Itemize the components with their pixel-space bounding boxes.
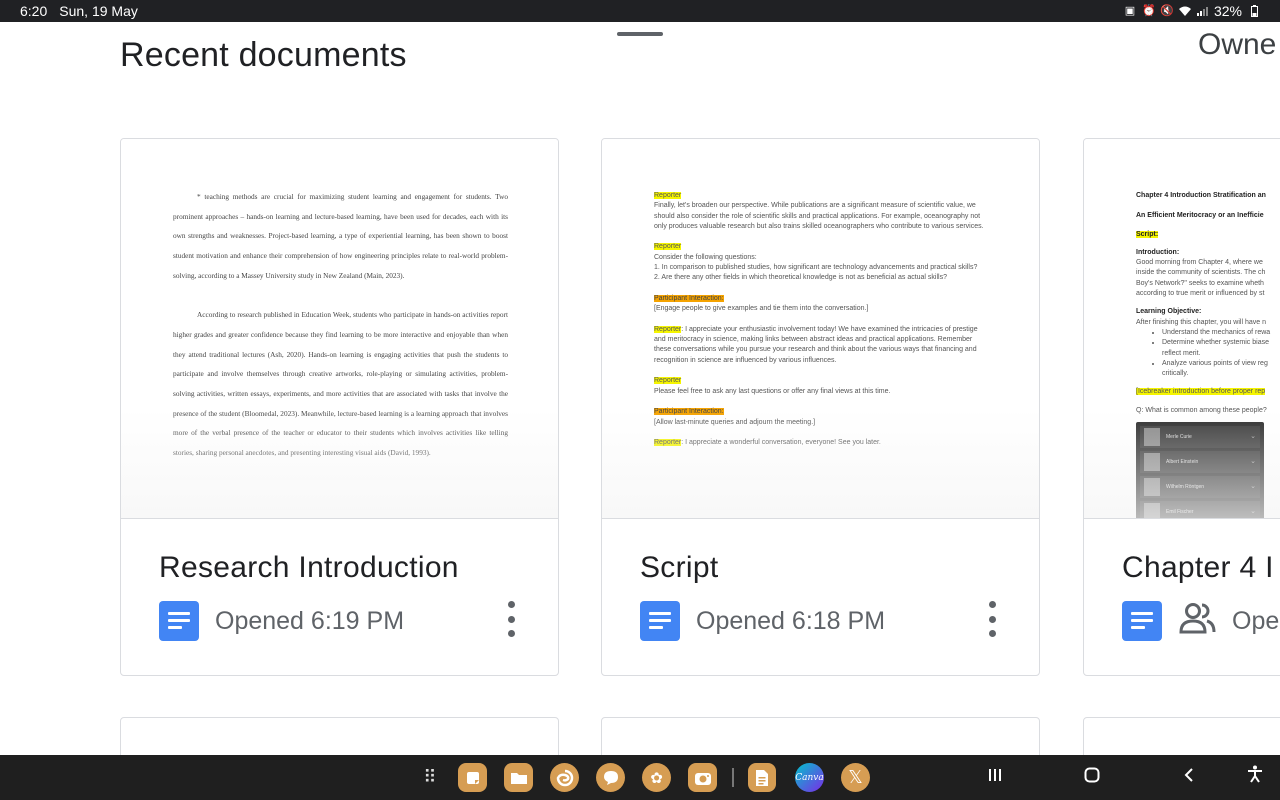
taskbar-divider bbox=[732, 768, 734, 787]
apps-grid-icon[interactable]: ⠿ bbox=[415, 763, 444, 792]
document-card-script[interactable]: Reporter Finally, let's broaden our persp… bbox=[601, 138, 1040, 676]
docs-icon[interactable] bbox=[748, 763, 776, 792]
document-thumbnail: * teaching methods are crucial for maxim… bbox=[121, 139, 558, 519]
people-list: Merle Curie ⌄ Albert Einstein ⌄ Wilhelm Rö… bbox=[1136, 422, 1264, 518]
opened-time: Open bbox=[1232, 606, 1280, 635]
person-row: Merle Curie ⌄ bbox=[1140, 426, 1260, 449]
edge-browser-icon[interactable] bbox=[550, 763, 579, 792]
document-card-chapter-4[interactable]: Chapter 4 Introduction Stratification an… bbox=[1083, 138, 1280, 676]
google-docs-icon bbox=[159, 601, 199, 641]
person-row: Emil Fischer ⌄ bbox=[1140, 501, 1260, 518]
back-icon[interactable] bbox=[1177, 765, 1201, 789]
document-title: Research Introduction bbox=[159, 551, 459, 584]
messages-icon[interactable] bbox=[596, 763, 625, 792]
recents-icon[interactable] bbox=[983, 765, 1007, 789]
battery-percent: 32% bbox=[1213, 3, 1242, 19]
status-bar: 6:20 Sun, 19 May ▣ ⏰ 🔇 32% bbox=[0, 0, 1280, 22]
owner-column-header[interactable]: Owne bbox=[1198, 28, 1276, 62]
preview-block: Reporter Finally, let's broaden our persp… bbox=[654, 192, 984, 230]
preview-block: Reporter: I appreciate a wonderful conve… bbox=[654, 439, 881, 447]
status-time: 6:20 bbox=[20, 3, 48, 19]
wifi-icon bbox=[1178, 5, 1191, 17]
person-row: Albert Einstein ⌄ bbox=[1140, 451, 1260, 474]
battery-saver-icon: ▣ bbox=[1124, 5, 1136, 17]
samsung-notes-icon[interactable] bbox=[458, 763, 487, 792]
camera-icon[interactable] bbox=[688, 763, 717, 792]
more-options-icon[interactable] bbox=[986, 601, 998, 637]
canva-icon[interactable]: Canva bbox=[795, 763, 824, 792]
mute-icon: 🔇 bbox=[1159, 5, 1174, 17]
signal-icon bbox=[1196, 5, 1208, 17]
preview-paragraph: According to research published in Educa… bbox=[173, 310, 508, 458]
status-date: Sun, 19 May bbox=[59, 3, 138, 19]
document-title: Chapter 4 I bbox=[1122, 551, 1274, 584]
alarm-icon: ⏰ bbox=[1141, 5, 1156, 17]
preview-block: Reporter Please feel free to ask any last… bbox=[654, 377, 891, 395]
document-thumbnail: Reporter Finally, let's broaden our persp… bbox=[602, 139, 1039, 519]
preview-block: Reporter Consider the following question… bbox=[654, 243, 978, 282]
preview-block: Participant Interaction: [Allow last-min… bbox=[654, 408, 816, 426]
preview-block: Participant Interaction: [Engage people t… bbox=[654, 294, 869, 313]
opened-time: Opened 6:18 PM bbox=[696, 606, 886, 635]
page-title: Recent documents bbox=[120, 36, 407, 74]
shared-people-icon bbox=[1178, 602, 1216, 641]
home-icon[interactable] bbox=[1080, 765, 1104, 789]
drag-handle[interactable] bbox=[617, 32, 663, 36]
x-icon[interactable]: 𝕏 bbox=[841, 763, 870, 792]
taskbar: ⠿ ✿ Canva 𝕏 bbox=[0, 755, 1280, 800]
accessibility-icon[interactable] bbox=[1243, 765, 1267, 789]
screen: 6:20 Sun, 19 May ▣ ⏰ 🔇 32% Recent docume… bbox=[0, 0, 1280, 800]
document-meta: Opened 6:18 PM bbox=[640, 601, 885, 641]
google-docs-icon bbox=[1122, 601, 1162, 641]
my-files-icon[interactable] bbox=[504, 763, 533, 792]
document-thumbnail: Chapter 4 Introduction Stratification an… bbox=[1084, 139, 1280, 519]
preview-paragraph: * teaching methods are crucial for maxim… bbox=[173, 192, 508, 280]
document-meta: Opened 6:19 PM bbox=[159, 601, 404, 641]
document-card-research-introduction[interactable]: * teaching methods are crucial for maxim… bbox=[120, 138, 559, 676]
battery-icon bbox=[1248, 5, 1260, 17]
opened-time: Opened 6:19 PM bbox=[215, 606, 405, 635]
google-docs-icon bbox=[640, 601, 680, 641]
preview-block: Reporter: I appreciate your enthusiastic… bbox=[654, 325, 978, 364]
document-meta: Open bbox=[1122, 601, 1280, 641]
document-title: Script bbox=[640, 551, 719, 584]
person-row: Wilhelm Röntgen ⌄ bbox=[1140, 476, 1260, 499]
more-options-icon[interactable] bbox=[505, 601, 517, 637]
gallery-icon[interactable]: ✿ bbox=[642, 763, 671, 792]
